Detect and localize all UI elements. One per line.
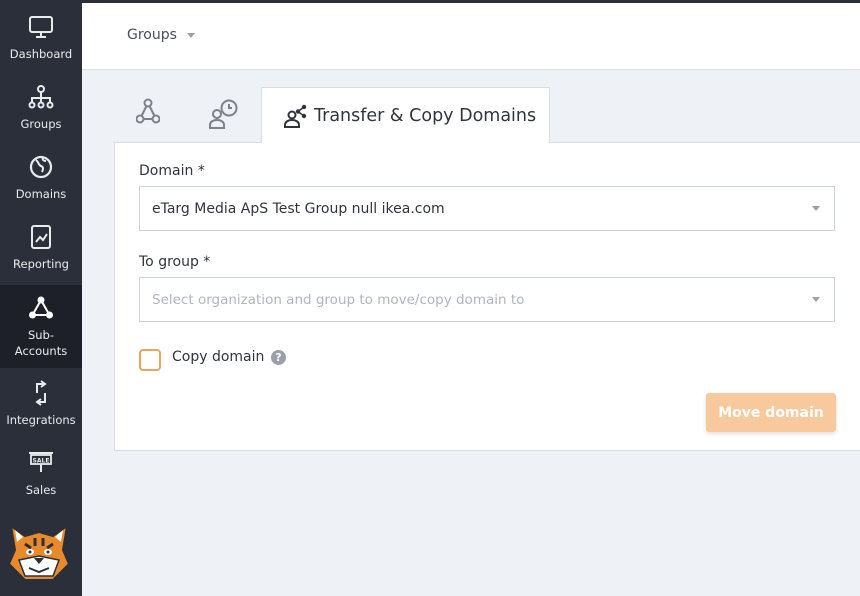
help-icon[interactable]: ? bbox=[271, 350, 286, 365]
monitor-icon bbox=[29, 16, 53, 38]
chevron-down-icon bbox=[812, 297, 820, 302]
sidebar-item-groups[interactable]: Groups bbox=[0, 84, 82, 140]
to-group-select[interactable]: Select organization and group to move/co… bbox=[139, 277, 835, 322]
chevron-down-icon bbox=[186, 32, 195, 38]
sidebar-item-dashboard[interactable]: Dashboard bbox=[0, 14, 82, 70]
network-icon bbox=[135, 98, 161, 124]
domain-label: Domain * bbox=[139, 163, 205, 179]
copy-domain-label[interactable]: Copy domain bbox=[172, 349, 264, 365]
sidebar-item-reporting[interactable]: Reporting bbox=[0, 224, 82, 280]
copy-domain-checkbox[interactable] bbox=[139, 349, 161, 371]
svg-text:SALE: SALE bbox=[33, 458, 50, 465]
sidebar-item-label: Integrations bbox=[6, 413, 76, 427]
user-clock-icon bbox=[209, 99, 238, 129]
to-group-placeholder: Select organization and group to move/co… bbox=[152, 291, 525, 308]
domain-select-value: eTarg Media ApS Test Group null ikea.com bbox=[152, 200, 445, 217]
to-group-label: To group * bbox=[139, 254, 211, 270]
sidebar-item-sub-accounts[interactable]: Sub- Accounts bbox=[0, 285, 82, 368]
sidebar-item-label: Sub- Accounts bbox=[14, 328, 68, 358]
groups-dropdown[interactable]: Groups bbox=[127, 27, 195, 43]
sale-sign-icon: SALE bbox=[29, 452, 53, 472]
tab-history[interactable] bbox=[209, 99, 239, 133]
chart-icon bbox=[31, 225, 51, 249]
sidebar-item-sales[interactable]: SALE Sales bbox=[0, 450, 82, 506]
hierarchy-icon bbox=[28, 85, 54, 109]
tab-transfer-copy-domains[interactable]: Transfer & Copy Domains bbox=[261, 87, 550, 143]
domain-select[interactable]: eTarg Media ApS Test Group null ikea.com bbox=[139, 186, 835, 231]
tab-label: Transfer & Copy Domains bbox=[314, 105, 537, 126]
user-share-icon bbox=[284, 104, 307, 128]
network-icon bbox=[29, 296, 53, 319]
chevron-down-icon bbox=[812, 206, 820, 211]
move-domain-button[interactable]: Move domain bbox=[706, 393, 836, 432]
globe-icon bbox=[29, 155, 53, 179]
top-header: Groups bbox=[82, 3, 860, 70]
groups-dropdown-label: Groups bbox=[127, 27, 177, 43]
sidebar-item-label: Domains bbox=[15, 187, 67, 201]
arrows-icon bbox=[35, 380, 47, 406]
sidebar-item-label: Sales bbox=[25, 483, 57, 497]
tab-sub-accounts[interactable] bbox=[135, 97, 161, 129]
tiger-mascot-logo bbox=[7, 523, 71, 581]
sidebar-item-label: Reporting bbox=[13, 257, 69, 271]
sidebar-item-label: Dashboard bbox=[9, 47, 73, 61]
sidebar: Dashboard Groups Domains Reporting Sub- … bbox=[0, 0, 82, 596]
sidebar-item-domains[interactable]: Domains bbox=[0, 154, 82, 210]
sidebar-item-label: Groups bbox=[20, 117, 62, 131]
sidebar-item-integrations[interactable]: Integrations bbox=[0, 380, 82, 436]
